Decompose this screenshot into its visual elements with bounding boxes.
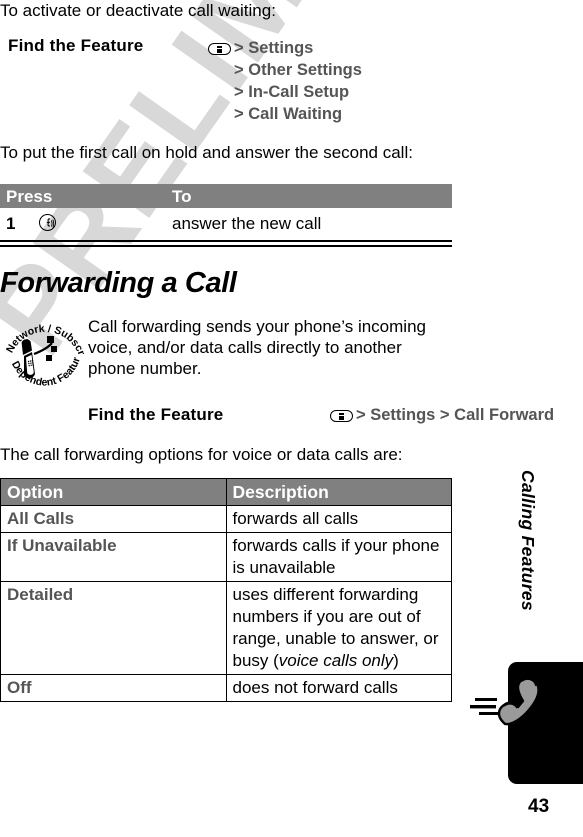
press-table-rule-bottom <box>0 245 452 247</box>
table-row[interactable]: If Unavailable forwards calls if your ph… <box>0 532 452 582</box>
menu-key-icon-2[interactable] <box>330 409 353 422</box>
table-row[interactable]: All Calls forwards all calls <box>0 505 452 533</box>
menu-key-icon[interactable] <box>208 42 231 55</box>
path-separator-5: > <box>356 406 366 424</box>
option-name-off: Off <box>0 674 227 702</box>
option-desc-if-unavailable: forwards calls if your phone is unavaila… <box>225 532 452 582</box>
path-separator: > <box>234 39 244 57</box>
page-title: Forwarding a Call <box>0 267 237 299</box>
call-forwarding-options-table: Option Description All Calls forwards al… <box>0 478 452 702</box>
options-table-header-row: Option Description <box>0 478 452 506</box>
option-name-if-unavailable: If Unavailable <box>0 532 227 582</box>
menu-item-call-forward[interactable]: Call Forward <box>454 406 554 424</box>
options-table-header-option: Option <box>0 478 227 506</box>
path-separator-6: > <box>439 406 450 424</box>
option-desc-detailed-italic: voice calls only <box>278 651 394 670</box>
intro-options-text: The call forwarding options for voice or… <box>0 445 403 464</box>
running-head: Calling Features <box>518 470 558 670</box>
option-name-all-calls: All Calls <box>0 505 227 533</box>
path-separator-4: > <box>234 105 244 123</box>
call-forwarding-description: Call forwarding sends your phone’s incom… <box>88 317 426 378</box>
find-the-feature-label-1: Find the Feature <box>8 36 144 55</box>
path-separator-3: > <box>234 83 244 101</box>
option-desc-detailed: uses different forwarding numbers if you… <box>225 581 452 675</box>
manual-page: To activate or deactivate call waiting: … <box>0 0 583 837</box>
menu-item-other-settings[interactable]: Other Settings <box>248 61 362 79</box>
path-separator-2: > <box>234 61 244 79</box>
menu-path-1: > Settings > Other Settings > In-Call Se… <box>208 37 362 125</box>
menu-item-settings[interactable]: Settings <box>248 39 313 57</box>
table-row[interactable]: Detailed uses different forwarding numbe… <box>0 581 452 675</box>
option-name-detailed: Detailed <box>0 581 227 675</box>
menu-path-2: > Settings > Call Forward <box>330 404 554 426</box>
running-head-text: Calling Features <box>518 470 538 611</box>
menu-item-call-waiting[interactable]: Call Waiting <box>248 105 342 123</box>
intro-call-waiting-text: To activate or deactivate call waiting: <box>0 1 276 20</box>
table-row[interactable]: Off does not forward calls <box>0 674 452 702</box>
options-table-header-description: Description <box>225 478 452 506</box>
network-subscription-dependent-feature-badge: Network / Subscription Dependent Feature <box>0 301 87 396</box>
menu-item-settings-2[interactable]: Settings <box>370 406 435 424</box>
option-desc-detailed-close: ) <box>393 651 399 670</box>
find-the-feature-label-2: Find the Feature <box>88 405 224 424</box>
intro-hold-text: To put the first call on hold and answer… <box>0 143 413 162</box>
menu-item-in-call-setup[interactable]: In-Call Setup <box>248 83 349 101</box>
send-key-icon[interactable] <box>39 214 56 231</box>
press-table-header-to: To <box>172 187 192 206</box>
press-table-rule-top <box>0 240 452 242</box>
option-desc-all-calls: forwards all calls <box>225 505 452 533</box>
page-number: 43 <box>528 796 550 817</box>
option-desc-off: does not forward calls <box>225 674 452 702</box>
press-table-header-bar <box>0 184 452 208</box>
handset-icon <box>466 672 558 756</box>
press-table-row-description: answer the new call <box>172 214 322 233</box>
press-table-row-number: 1 <box>6 214 16 233</box>
press-table-header-press: Press <box>6 187 53 206</box>
